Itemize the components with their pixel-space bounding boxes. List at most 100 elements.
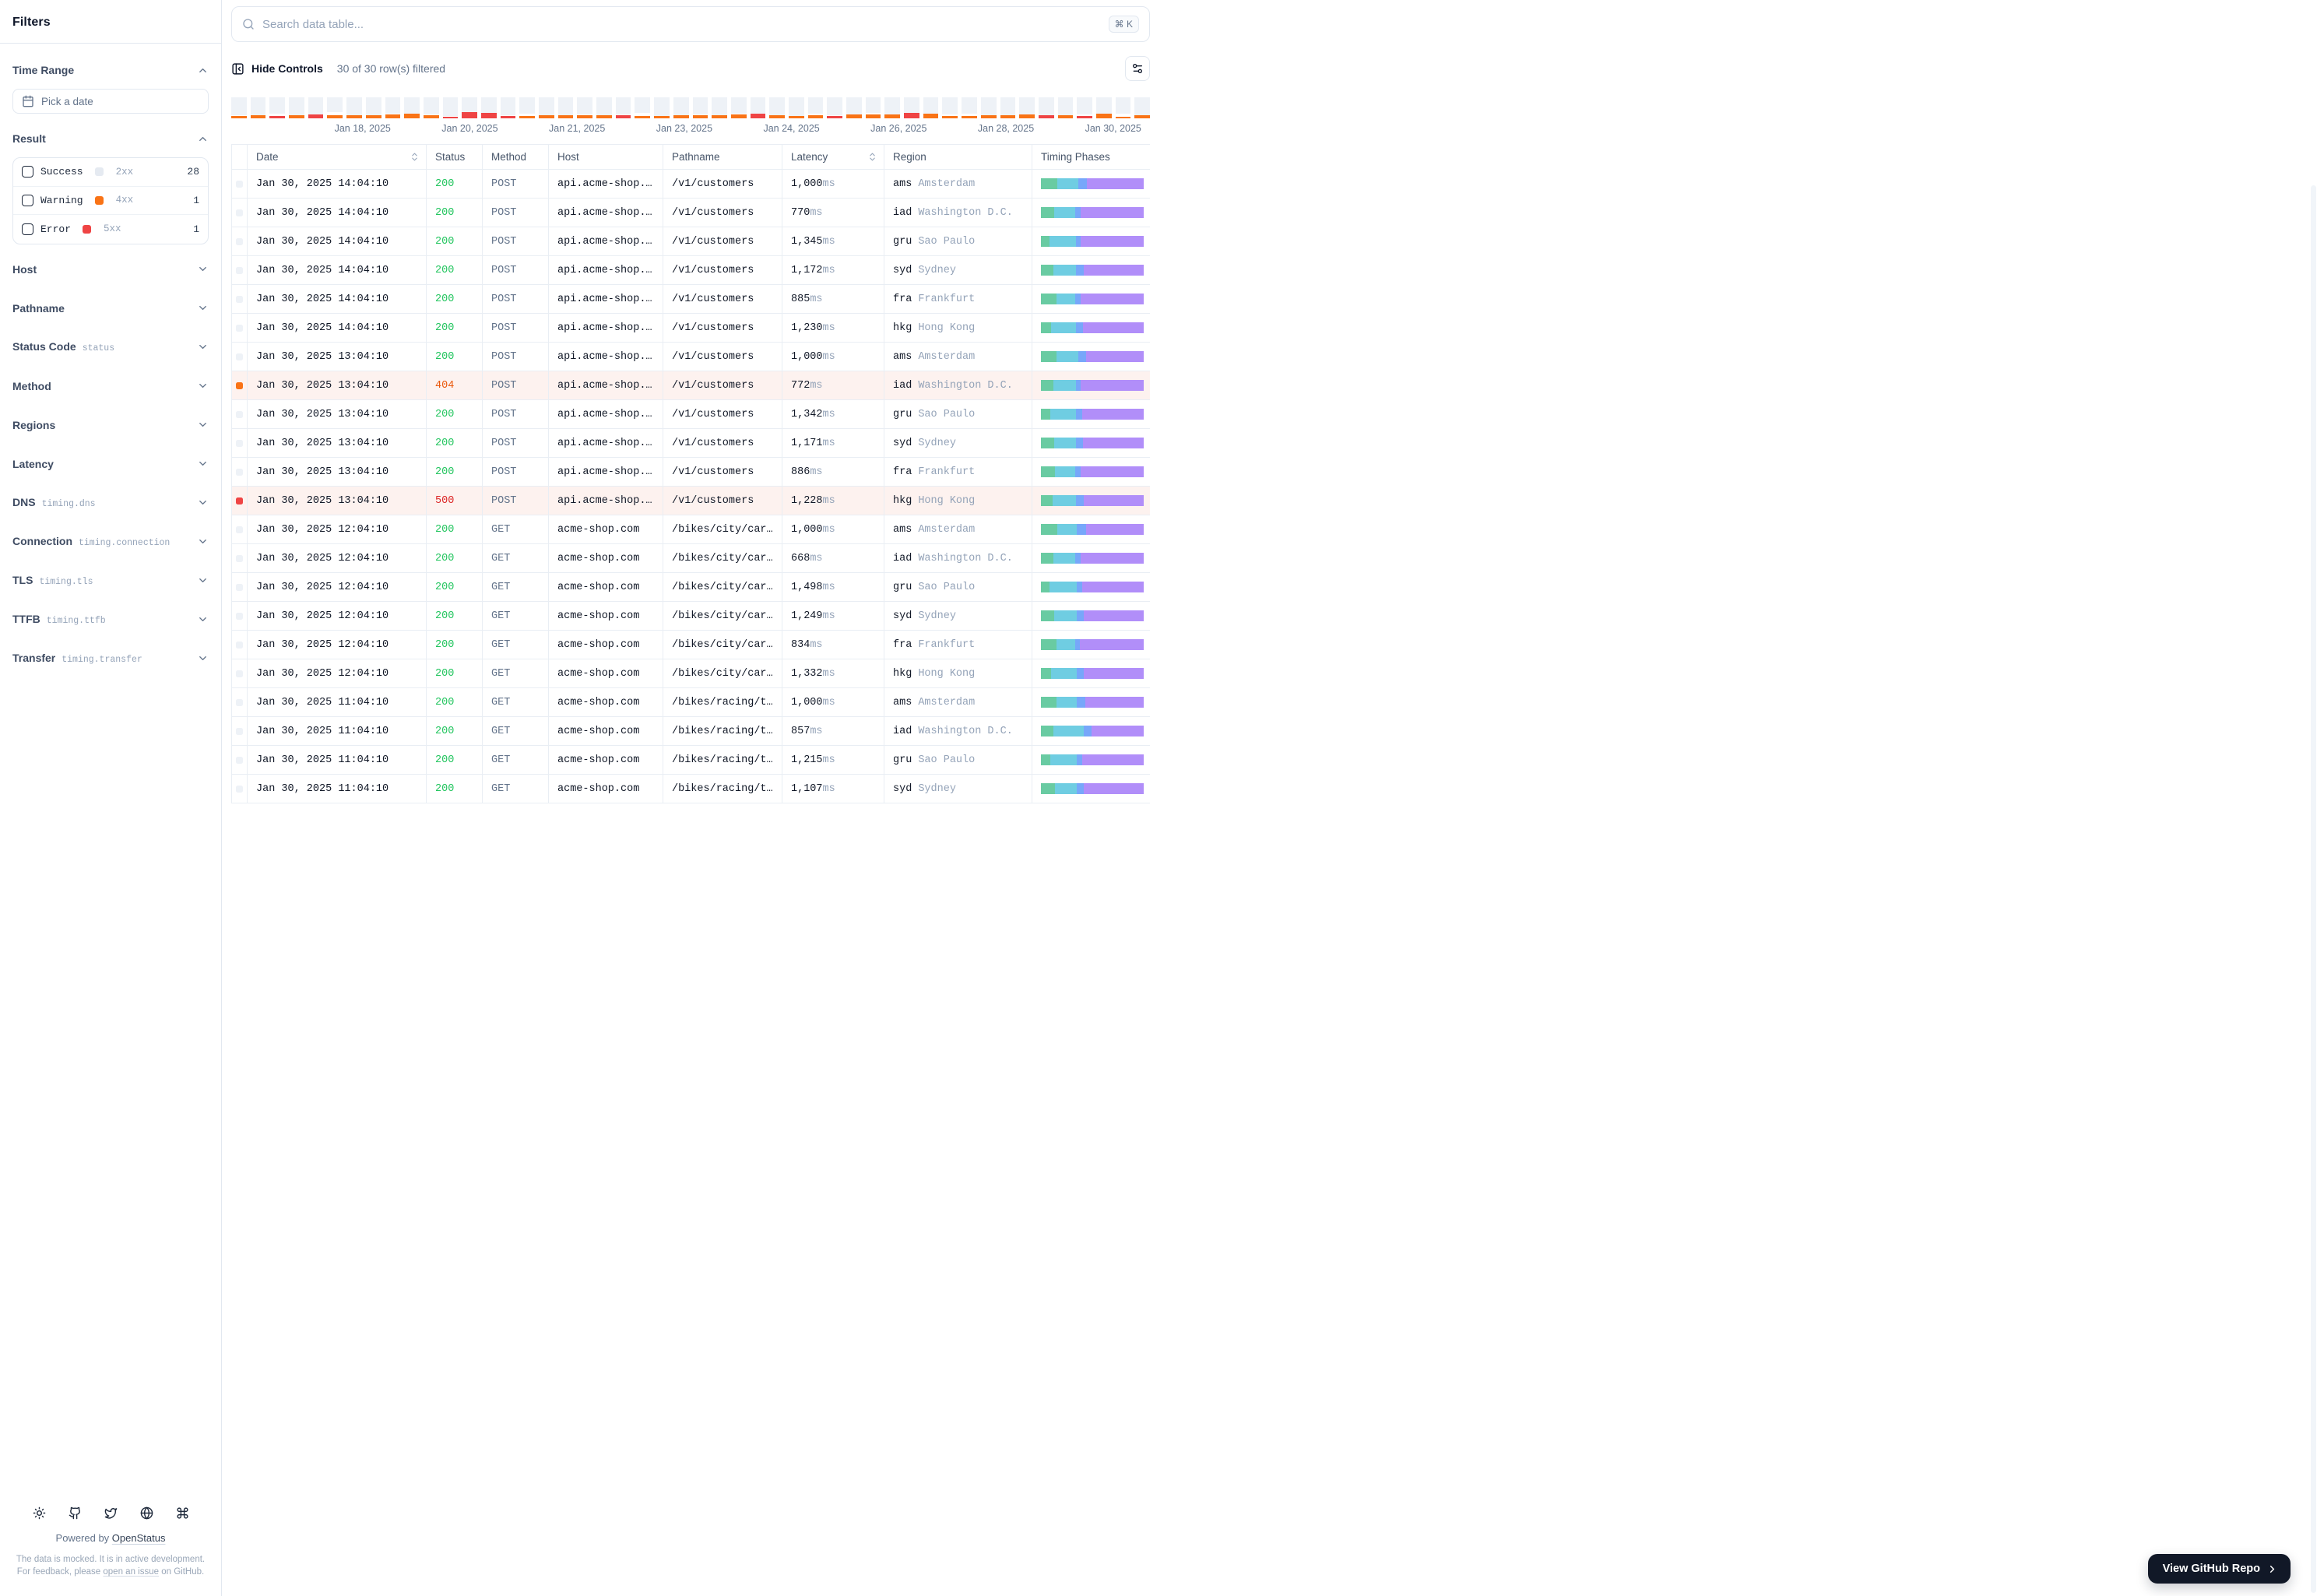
histogram-bar[interactable]: [807, 97, 824, 118]
filter-section-header[interactable]: Connection timing.connection: [12, 528, 209, 556]
checkbox[interactable]: [22, 223, 33, 235]
filter-section-header[interactable]: TTFB timing.ttfb: [12, 606, 209, 634]
histogram-bar[interactable]: [865, 97, 881, 118]
github-icon[interactable]: [69, 1506, 82, 1520]
search-bar[interactable]: ⌘ K: [231, 6, 1150, 42]
histogram-bar[interactable]: [385, 97, 401, 118]
histogram-bar[interactable]: [1095, 97, 1112, 118]
command-icon[interactable]: [176, 1506, 189, 1520]
table-row[interactable]: Jan 30, 2025 14:04:10 200 POST api.acme-…: [232, 227, 1150, 256]
histogram-bar[interactable]: [635, 97, 651, 118]
table-row[interactable]: Jan 30, 2025 14:04:10 200 POST api.acme-…: [232, 314, 1150, 343]
openstatus-link[interactable]: OpenStatus: [112, 1532, 166, 1544]
histogram-bar[interactable]: [846, 97, 862, 118]
table-row[interactable]: Jan 30, 2025 13:04:10 404 POST api.acme-…: [232, 371, 1150, 400]
globe-icon[interactable]: [140, 1506, 153, 1520]
table-row[interactable]: Jan 30, 2025 13:04:10 200 POST api.acme-…: [232, 429, 1150, 458]
table-row[interactable]: Jan 30, 2025 12:04:10 200 GET acme-shop.…: [232, 544, 1150, 573]
filter-section-header[interactable]: Transfer timing.transfer: [12, 645, 209, 673]
histogram-bar[interactable]: [730, 97, 747, 118]
histogram-bar[interactable]: [462, 97, 477, 118]
filter-section-header[interactable]: Method: [12, 372, 209, 400]
histogram-bar[interactable]: [289, 97, 304, 118]
histogram-bar[interactable]: [712, 97, 727, 118]
histogram-bar[interactable]: [519, 97, 535, 118]
table-row[interactable]: Jan 30, 2025 12:04:10 200 GET acme-shop.…: [232, 602, 1150, 631]
filter-section-header[interactable]: Regions: [12, 411, 209, 439]
table-row[interactable]: Jan 30, 2025 14:04:10 200 POST api.acme-…: [232, 170, 1150, 199]
histogram-bar[interactable]: [673, 97, 689, 118]
histogram-bar[interactable]: [250, 97, 266, 118]
histogram-bar[interactable]: [539, 97, 554, 118]
filter-section-header[interactable]: Latency: [12, 450, 209, 478]
histogram-bar[interactable]: [1077, 97, 1092, 118]
histogram-bar[interactable]: [884, 97, 901, 118]
twitter-icon[interactable]: [104, 1506, 118, 1520]
histogram-bar[interactable]: [308, 97, 324, 118]
column-header[interactable]: Region: [884, 145, 1032, 169]
table-row[interactable]: Jan 30, 2025 13:04:10 200 POST api.acme-…: [232, 458, 1150, 487]
table-row[interactable]: Jan 30, 2025 12:04:10 200 GET acme-shop.…: [232, 631, 1150, 659]
search-input[interactable]: [262, 17, 1101, 31]
filter-section-header[interactable]: DNS timing.dns: [12, 489, 209, 517]
table-row[interactable]: Jan 30, 2025 14:04:10 200 POST api.acme-…: [232, 256, 1150, 285]
filter-section-header[interactable]: Host: [12, 255, 209, 283]
view-options-button[interactable]: [1125, 56, 1150, 81]
result-option[interactable]: Warning 4xx 1: [13, 187, 208, 215]
histogram-bar[interactable]: [423, 97, 439, 118]
table-row[interactable]: Jan 30, 2025 12:04:10 200 GET acme-shop.…: [232, 515, 1150, 544]
histogram-bar[interactable]: [904, 97, 919, 118]
histogram-bar[interactable]: [692, 97, 708, 118]
scrollbar[interactable]: [2311, 185, 2316, 1593]
result-option[interactable]: Success 2xx 28: [13, 158, 208, 187]
histogram-bar[interactable]: [1000, 97, 1016, 118]
table-row[interactable]: Jan 30, 2025 13:04:10 200 POST api.acme-…: [232, 343, 1150, 371]
table-row[interactable]: Jan 30, 2025 11:04:10 200 GET acme-shop.…: [232, 775, 1150, 803]
histogram-bar[interactable]: [788, 97, 804, 118]
histogram-bar[interactable]: [769, 97, 785, 118]
histogram-bar[interactable]: [442, 97, 459, 118]
histogram-bar[interactable]: [327, 97, 343, 118]
table-row[interactable]: Jan 30, 2025 11:04:10 200 GET acme-shop.…: [232, 717, 1150, 746]
histogram-bar[interactable]: [557, 97, 574, 118]
column-header[interactable]: [232, 145, 248, 169]
histogram-bar[interactable]: [962, 97, 977, 118]
histogram-bar[interactable]: [231, 97, 247, 118]
histogram-bar[interactable]: [1057, 97, 1074, 118]
histogram-bar[interactable]: [365, 97, 381, 118]
histogram-bar[interactable]: [827, 97, 842, 118]
table-row[interactable]: Jan 30, 2025 11:04:10 200 GET acme-shop.…: [232, 688, 1150, 717]
table-row[interactable]: Jan 30, 2025 14:04:10 200 POST api.acme-…: [232, 199, 1150, 227]
histogram-bar[interactable]: [654, 97, 670, 118]
filter-section-header[interactable]: TLS timing.tls: [12, 567, 209, 595]
table-row[interactable]: Jan 30, 2025 13:04:10 200 POST api.acme-…: [232, 400, 1150, 429]
column-header[interactable]: Date: [248, 145, 427, 169]
histogram-bar[interactable]: [577, 97, 593, 118]
time-range-header[interactable]: Time Range: [12, 56, 209, 84]
checkbox[interactable]: [22, 166, 33, 178]
table-row[interactable]: Jan 30, 2025 11:04:10 200 GET acme-shop.…: [232, 746, 1150, 775]
hide-controls-button[interactable]: Hide Controls: [231, 62, 323, 76]
histogram-bar[interactable]: [269, 97, 286, 118]
histogram-bar[interactable]: [404, 97, 420, 118]
result-option[interactable]: Error 5xx 1: [13, 215, 208, 244]
result-header[interactable]: Result: [12, 125, 209, 153]
column-header[interactable]: Timing Phases: [1032, 145, 1150, 169]
histogram-bar[interactable]: [750, 97, 766, 118]
filter-section-header[interactable]: Status Code status: [12, 333, 209, 361]
table-row[interactable]: Jan 30, 2025 13:04:10 500 POST api.acme-…: [232, 487, 1150, 515]
column-header[interactable]: Latency: [782, 145, 884, 169]
histogram-bar[interactable]: [500, 97, 516, 118]
histogram-bar[interactable]: [1134, 97, 1150, 118]
date-picker-button[interactable]: Pick a date: [12, 89, 209, 114]
histogram-bar[interactable]: [942, 97, 958, 118]
checkbox[interactable]: [22, 194, 33, 206]
column-header[interactable]: Pathname: [663, 145, 782, 169]
sort-icon[interactable]: [867, 152, 877, 162]
histogram-bar[interactable]: [615, 97, 631, 118]
histogram-bar[interactable]: [1019, 97, 1035, 118]
histogram-bar[interactable]: [346, 97, 362, 118]
column-header[interactable]: Host: [549, 145, 663, 169]
column-header[interactable]: Status: [427, 145, 483, 169]
table-row[interactable]: Jan 30, 2025 14:04:10 200 POST api.acme-…: [232, 285, 1150, 314]
